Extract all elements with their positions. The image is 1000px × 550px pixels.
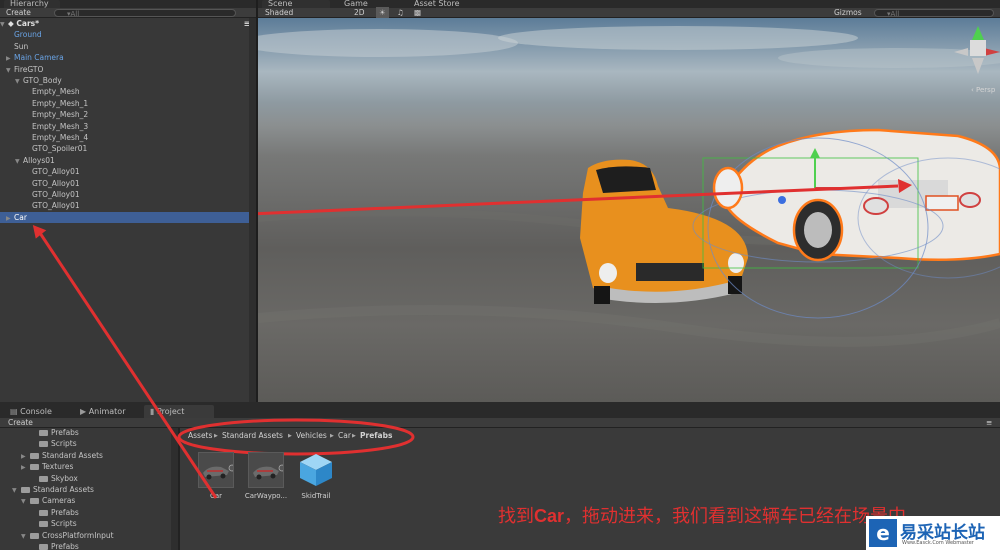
cloud	[498, 26, 858, 50]
scene-toolbar: Shaded 2D ☀ ♫ ▩ Gizmos ▾All	[258, 7, 1000, 19]
hierarchy-item-label: Sun	[14, 41, 29, 51]
hierarchy-item[interactable]: Sun	[0, 41, 256, 52]
prefab-cube-icon	[298, 452, 334, 488]
folder-icon	[39, 544, 48, 550]
expand-arrow-icon[interactable]: ▼	[21, 531, 30, 542]
annotation-caption: 找到Car，拖动进来，我们看到这辆车已经在场景中	[498, 502, 906, 528]
scene-name: Cars*	[16, 19, 40, 28]
project-folder-label: Prefabs	[51, 542, 79, 550]
hierarchy-item[interactable]: ▶ Main Camera	[0, 52, 256, 63]
watermark-logo-icon: e	[869, 519, 897, 547]
console-icon: ▤	[10, 407, 18, 416]
asset-label: SkidTrail	[301, 492, 331, 500]
hierarchy-item[interactable]: ▼ GTO_Body	[0, 75, 256, 86]
hierarchy-item-label: Empty_Mesh_2	[32, 110, 89, 120]
hierarchy-item[interactable]: GTO_Alloy01	[0, 166, 256, 177]
cloud	[258, 29, 518, 57]
hierarchy-item[interactable]: Empty_Mesh_2	[0, 109, 256, 120]
project-folder-label: CrossPlatformInput	[42, 530, 114, 540]
project-folder-item[interactable]: ▼ CrossPlatformInput	[21, 530, 114, 541]
hierarchy-item-label: Empty_Mesh_3	[32, 121, 89, 131]
hierarchy-item[interactable]: Empty_Mesh	[0, 86, 256, 97]
hierarchy-tabbar: Hierarchy	[0, 0, 256, 8]
hierarchy-item-label: GTO_Alloy01	[32, 178, 80, 188]
hierarchy-item[interactable]: GTO_Alloy01	[0, 200, 256, 211]
annotation-text-b: Car	[534, 506, 565, 526]
scene-root-row[interactable]: ▼ ◆ Cars* ≡	[0, 18, 256, 29]
annotation-text-c: ，拖动进来，我们看到这辆车已经在场景中	[564, 506, 907, 527]
project-folder-label: Scripts	[51, 519, 77, 529]
hierarchy-item-label: GTO_Alloy01	[32, 190, 80, 199]
watermark-url: Www.Easck.Com Webmaster	[902, 540, 974, 546]
hierarchy-item[interactable]: GTO_Spoiler01	[0, 143, 256, 154]
unity-scene-icon: ◆	[8, 19, 14, 28]
folder-icon	[30, 532, 39, 539]
scene-viewport[interactable]: ‹ Persp	[258, 18, 1000, 402]
scene-3d-view	[258, 26, 1000, 347]
hierarchy-item[interactable]: Empty_Mesh_1	[0, 98, 256, 109]
hierarchy-item-label: GTO_Body	[23, 76, 62, 85]
asset-item[interactable]: SkidTrail	[292, 452, 340, 500]
hierarchy-item[interactable]: ▼ FireGTO	[0, 64, 256, 75]
hierarchy-item-label: Alloys01	[23, 155, 55, 165]
annotation-arrow-to-hierarchy	[32, 224, 218, 499]
hierarchy-item[interactable]: GTO_Alloy01	[0, 189, 256, 200]
hierarchy-item-label: Empty_Mesh	[32, 87, 80, 97]
hierarchy-item-label: GTO_Alloy01	[32, 167, 80, 177]
terrain-ridge	[258, 305, 1000, 347]
hierarchy-item[interactable]: Empty_Mesh_3	[0, 121, 256, 132]
scene-tabbar: Scene Game Asset Store	[258, 0, 1000, 8]
annotation-text-a: 找到	[498, 506, 534, 527]
hierarchy-item-label: Empty_Mesh_4	[32, 133, 89, 142]
hierarchy-item-label: Main Camera	[14, 53, 64, 63]
hierarchy-item-label: Empty_Mesh_1	[32, 98, 89, 108]
watermark: e 易采站长站 Www.Easck.Com Webmaster	[866, 516, 1000, 550]
expand-arrow-icon[interactable]: ▶	[6, 213, 14, 224]
project-folder-item[interactable]: Scripts	[30, 518, 77, 529]
hierarchy-toolbar: Create ▾All	[0, 8, 256, 18]
scene-search-input[interactable]: ▾All	[874, 9, 994, 18]
hierarchy-item[interactable]: Ground	[0, 29, 256, 40]
hierarchy-item-label: FireGTO	[14, 64, 44, 74]
hierarchy-item-label: GTO_Alloy01	[32, 201, 80, 211]
hierarchy-item-label: GTO_Spoiler01	[32, 144, 88, 154]
perspective-label[interactable]: ‹ Persp	[971, 86, 995, 94]
hierarchy-item[interactable]: Empty_Mesh_4	[0, 132, 256, 143]
hierarchy-item-label: Ground	[14, 30, 42, 40]
hierarchy-item[interactable]: GTO_Alloy01	[0, 178, 256, 189]
folder-icon	[39, 521, 48, 528]
hierarchy-search-input[interactable]: ▾All	[54, 9, 236, 18]
hierarchy-item[interactable]: ▼ Alloys01	[0, 155, 256, 166]
folder-icon	[39, 509, 48, 516]
project-folder-item[interactable]: Prefabs	[30, 541, 79, 550]
